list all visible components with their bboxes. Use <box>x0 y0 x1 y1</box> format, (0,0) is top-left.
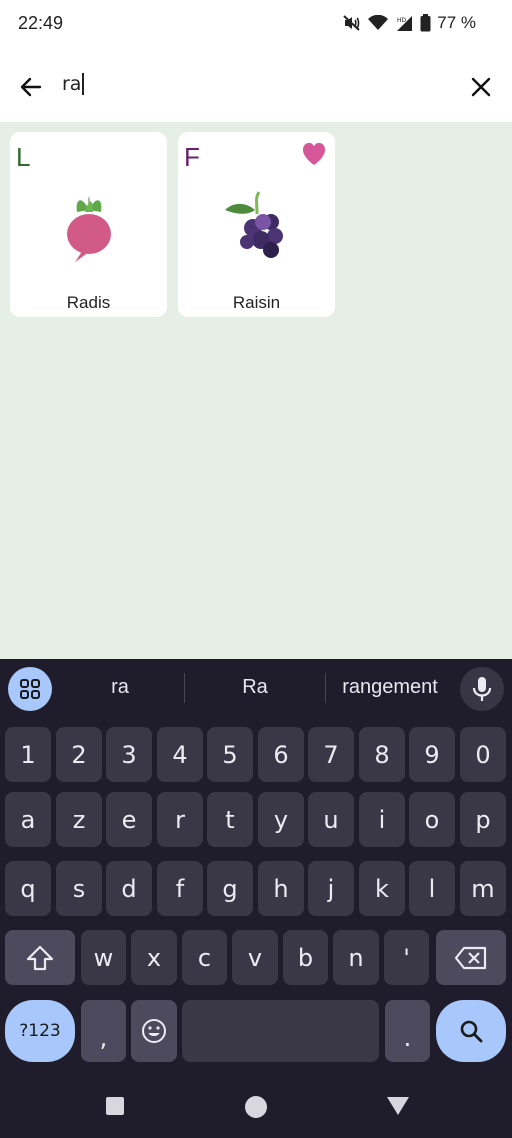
close-icon <box>471 77 491 97</box>
key-b[interactable]: b <box>283 930 328 985</box>
key-9[interactable]: 9 <box>409 727 455 782</box>
circle-icon <box>245 1096 267 1118</box>
key-m[interactable]: m <box>460 861 506 916</box>
shift-icon <box>26 945 54 970</box>
suggestion-3[interactable]: rangement <box>330 676 450 699</box>
home-button[interactable] <box>244 1095 268 1119</box>
search-bar: ra <box>0 50 512 122</box>
key-c[interactable]: c <box>182 930 227 985</box>
microphone-button[interactable] <box>460 667 504 711</box>
text-caret <box>82 73 85 95</box>
key-y[interactable]: y <box>258 792 304 847</box>
key-r[interactable]: r <box>157 792 203 847</box>
key-s[interactable]: s <box>56 861 102 916</box>
status-time: 22:49 <box>18 13 64 33</box>
heart-icon[interactable] <box>301 142 327 170</box>
key-3[interactable]: 3 <box>106 727 152 782</box>
clear-search-button[interactable] <box>464 70 498 104</box>
battery-percent: 77 % <box>437 13 476 32</box>
key-e[interactable]: e <box>106 792 152 847</box>
triangle-back-icon <box>387 1097 409 1115</box>
square-icon <box>106 1097 124 1115</box>
suggestion-divider <box>184 673 185 703</box>
recents-button[interactable] <box>104 1095 126 1117</box>
backspace-key[interactable] <box>436 930 506 985</box>
key-1[interactable]: 1 <box>5 727 51 782</box>
wifi-icon <box>368 15 389 31</box>
period-key[interactable]: . <box>385 1000 430 1062</box>
suggestion-2[interactable]: Ra <box>200 676 310 699</box>
key-2[interactable]: 2 <box>56 727 102 782</box>
card-label: Radis <box>66 293 111 312</box>
grid-icon <box>20 679 40 699</box>
search-key[interactable] <box>436 1000 506 1062</box>
key-t[interactable]: t <box>207 792 253 847</box>
key-5[interactable]: 5 <box>207 727 253 782</box>
category-letter: F <box>184 142 200 172</box>
keyboard-menu-button[interactable] <box>8 667 52 711</box>
back-nav-button[interactable] <box>385 1095 411 1117</box>
key-i[interactable]: i <box>359 792 405 847</box>
key-a[interactable]: a <box>5 792 51 847</box>
key-4[interactable]: 4 <box>157 727 203 782</box>
key-6[interactable]: 6 <box>258 727 304 782</box>
key-w[interactable]: w <box>81 930 126 985</box>
emoji-key[interactable] <box>131 1000 177 1062</box>
key-q[interactable]: q <box>5 861 51 916</box>
battery-icon <box>420 14 431 32</box>
suggestion-divider <box>325 673 326 703</box>
keyboard: ra Ra rangement 1 2 3 4 5 6 7 8 9 0 a z … <box>0 659 512 1138</box>
key-g[interactable]: g <box>207 861 253 916</box>
suggestion-1[interactable]: ra <box>70 676 170 699</box>
mute-vibrate-icon <box>342 14 362 32</box>
status-icons: HD 77 % <box>342 13 476 33</box>
suggestion-strip: ra Ra rangement <box>0 659 512 717</box>
category-letter: L <box>16 142 31 172</box>
key-h[interactable]: h <box>258 861 304 916</box>
arrow-back-icon <box>20 77 42 97</box>
comma-key[interactable]: , <box>81 1000 126 1062</box>
results-grid: L Radis F Raisin <box>0 122 512 659</box>
key-0[interactable]: 0 <box>460 727 506 782</box>
emoji-icon <box>142 1019 166 1043</box>
key-d[interactable]: d <box>106 861 152 916</box>
microphone-icon <box>472 677 492 701</box>
symbols-key[interactable]: ?123 <box>5 1000 75 1062</box>
key-x[interactable]: x <box>131 930 177 985</box>
key-v[interactable]: v <box>232 930 278 985</box>
grapes-icon <box>224 190 289 264</box>
radish-icon <box>63 190 115 270</box>
status-bar: 22:49 HD 77 % <box>0 0 512 50</box>
key-n[interactable]: n <box>333 930 379 985</box>
shift-key[interactable] <box>5 930 75 985</box>
key-8[interactable]: 8 <box>359 727 405 782</box>
result-card-raisin[interactable]: F Raisin <box>178 132 335 317</box>
svg-text:HD: HD <box>397 17 407 24</box>
space-key[interactable] <box>182 1000 379 1062</box>
key-f[interactable]: f <box>157 861 203 916</box>
key-l[interactable]: l <box>409 861 455 916</box>
key-z[interactable]: z <box>56 792 102 847</box>
key-7[interactable]: 7 <box>308 727 354 782</box>
search-input[interactable]: ra <box>62 73 85 95</box>
backspace-icon <box>454 946 487 969</box>
key-u[interactable]: u <box>308 792 354 847</box>
key-j[interactable]: j <box>308 861 354 916</box>
search-icon <box>460 1020 483 1043</box>
hd-signal-icon: HD <box>394 14 414 32</box>
key-apostrophe[interactable]: ' <box>384 930 429 985</box>
back-button[interactable] <box>14 70 48 104</box>
result-card-radis[interactable]: L Radis <box>10 132 167 317</box>
search-query: ra <box>62 73 82 95</box>
card-label: Raisin <box>232 293 281 312</box>
system-nav-bar <box>0 1075 512 1138</box>
key-p[interactable]: p <box>460 792 506 847</box>
key-o[interactable]: o <box>409 792 455 847</box>
key-k[interactable]: k <box>359 861 405 916</box>
